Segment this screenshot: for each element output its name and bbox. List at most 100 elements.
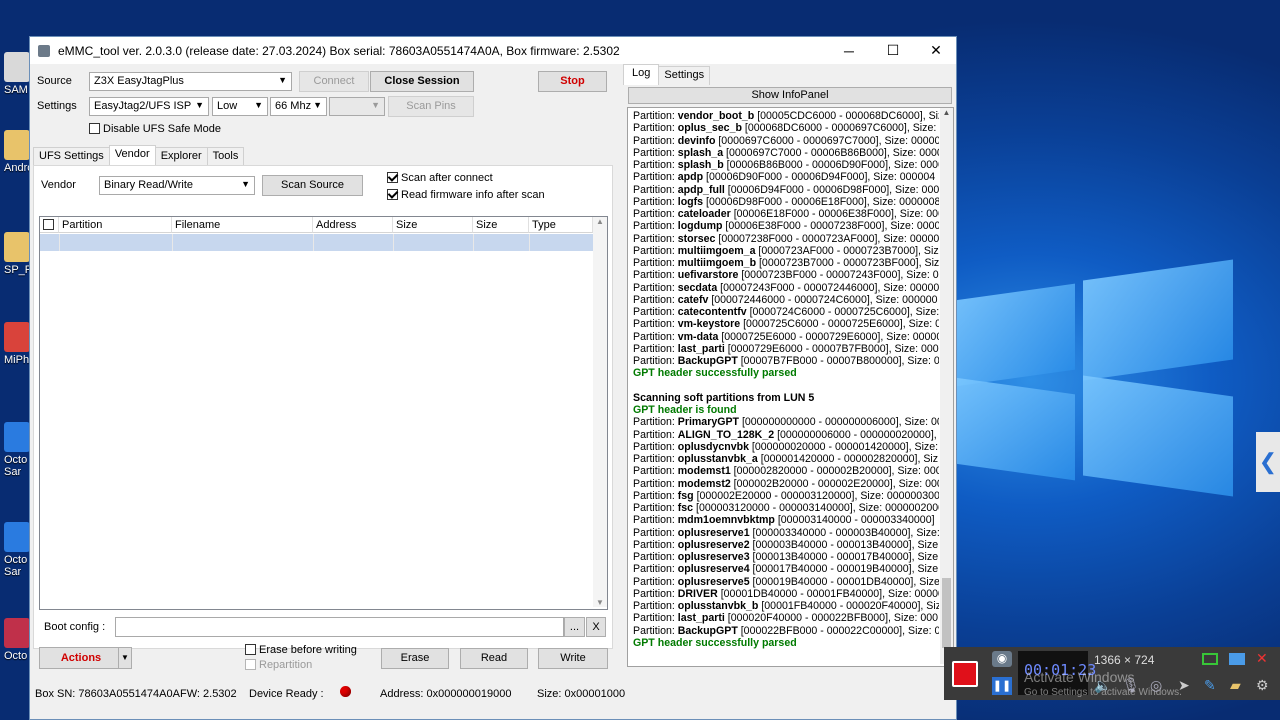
log-line: Partition: modemst1 [000002820000 - 0000…	[633, 465, 939, 478]
col-partition[interactable]: Partition	[59, 217, 172, 233]
log-line: Partition: logdump [00006E38F000 - 00007…	[633, 220, 939, 233]
webcam-icon[interactable]: ◎	[1150, 677, 1162, 694]
tab-vendor[interactable]: Vendor	[108, 145, 156, 166]
tab-ufs-settings[interactable]: UFS Settings	[33, 147, 110, 166]
clear-button[interactable]: X	[586, 617, 606, 637]
app-shortcut-icon	[4, 618, 30, 648]
col-size[interactable]: Size	[393, 217, 473, 233]
camera-icon[interactable]: ◉	[992, 651, 1012, 667]
col-address[interactable]: Address	[313, 217, 393, 233]
repartition-checkbox[interactable]: Repartition	[245, 659, 312, 671]
level-select[interactable]: Low ▼	[212, 97, 268, 116]
source-select[interactable]: Z3X EasyJtagPlus ▼	[89, 72, 292, 91]
table-scrollbar[interactable]: ▲ ▼	[593, 217, 607, 607]
boot-config-input[interactable]	[115, 617, 564, 637]
log-line: Partition: uefivarstore [0000723BF000 - …	[633, 269, 939, 282]
size-readout: Size: 0x00001000	[537, 688, 626, 700]
scan-pins-button[interactable]: Scan Pins	[388, 96, 474, 117]
speaker-icon[interactable]: 🔈	[1094, 677, 1111, 694]
checkbox-icon	[245, 659, 256, 670]
tab-tools[interactable]: Tools	[206, 147, 245, 166]
scroll-thumb[interactable]	[942, 578, 951, 648]
stop-button[interactable]: Stop	[538, 71, 607, 92]
right-tabs: Log Settings	[623, 64, 711, 87]
speed-select[interactable]: 66 Mhz ▼	[270, 97, 327, 116]
read-fw-info-checkbox[interactable]: Read firmware info after scan	[387, 189, 545, 201]
maximize-button[interactable]: ☐	[871, 37, 915, 64]
log-line: Partition: cateloader [00006E18F000 - 00…	[633, 208, 939, 220]
browse-button[interactable]: ...	[564, 617, 585, 637]
checkbox-checked-icon	[387, 172, 398, 183]
log-line: Partition: vm-keystore [0000725C6000 - 0…	[633, 318, 939, 331]
folder-icon[interactable]: ▰	[1230, 677, 1241, 694]
actions-dropdown-icon[interactable]: ▼	[118, 647, 132, 669]
tab-log[interactable]: Log	[623, 64, 660, 85]
connect-button[interactable]: Connect	[299, 71, 369, 92]
log-line: Partition: vm-data [0000725E6000 - 00007…	[633, 330, 939, 343]
stop-record-button[interactable]	[952, 661, 978, 687]
erase-button[interactable]: Erase	[381, 648, 449, 669]
disable-ufs-safe-checkbox[interactable]: Disable UFS Safe Mode	[89, 123, 221, 135]
app-shortcut-icon	[4, 130, 30, 160]
checkbox-checked-icon	[387, 189, 398, 200]
log-line: GPT header successfully parsed	[633, 367, 797, 380]
checkbox-icon	[245, 644, 256, 655]
log-line: Partition: fsc [000003120000 - 000003140…	[633, 502, 939, 514]
settings-label: Settings	[37, 100, 77, 112]
side-panel-arrow-icon[interactable]: ❮	[1256, 432, 1280, 492]
chevron-down-icon: ▼	[241, 179, 250, 189]
table-row[interactable]	[40, 234, 593, 251]
scroll-up-icon[interactable]: ▲	[593, 217, 607, 226]
region-icon[interactable]	[1202, 653, 1218, 665]
col-size-2[interactable]: Size	[473, 217, 529, 233]
record-stop-icon	[954, 663, 976, 685]
interface-select[interactable]: EasyJtag2/UFS ISP ▼	[89, 97, 209, 116]
device-status-led	[340, 686, 351, 697]
app-shortcut-icon	[4, 52, 30, 82]
scan-after-connect-checkbox[interactable]: Scan after connect	[387, 172, 493, 184]
read-button[interactable]: Read	[460, 648, 528, 669]
vendor-select[interactable]: Binary Read/Write ▼	[99, 176, 255, 195]
microphone-icon[interactable]: 🎙	[1122, 677, 1140, 694]
col-filename[interactable]: Filename	[172, 217, 313, 233]
extra-select[interactable]: ▼	[329, 97, 385, 116]
minimize-recorder-icon[interactable]	[1229, 653, 1245, 665]
log-line: Scanning soft partitions from LUN 5	[633, 391, 815, 404]
erase-before-writing-label: Erase before writing	[259, 644, 357, 656]
cursor-icon[interactable]: ➤	[1178, 677, 1190, 694]
close-session-button[interactable]: Close Session	[370, 71, 474, 92]
tab-settings-right[interactable]: Settings	[658, 66, 711, 85]
vendor-label: Vendor	[41, 179, 76, 191]
log-line: Partition: multiimgoem_b [0000723B7000 -…	[633, 257, 939, 269]
partition-table[interactable]: Partition Filename Address Size Size Typ…	[39, 216, 608, 610]
log-line: GPT header successfully parsed	[633, 636, 797, 649]
actions-button[interactable]: Actions	[39, 647, 123, 669]
log-scrollbar[interactable]: ▲ ▼	[940, 108, 953, 664]
tab-explorer[interactable]: Explorer	[154, 147, 208, 166]
resolution-readout: 1366 × 724	[1094, 653, 1155, 667]
pause-icon[interactable]: ❚❚	[992, 677, 1012, 695]
show-infopanel-button[interactable]: Show InfoPanel	[628, 87, 952, 104]
screen-recorder-toolbar: ◉ ❚❚ 00:01:23 1366 × 724 Activate Window…	[944, 647, 1280, 700]
log-line: Partition: vendor_boot_b [00005CDC6000 -…	[633, 110, 939, 122]
scan-source-button[interactable]: Scan Source	[262, 175, 363, 196]
settings-gear-icon[interactable]: ⚙	[1256, 677, 1269, 694]
scroll-down-icon[interactable]: ▼	[593, 598, 607, 607]
log-line: Partition: storsec [00007238F000 - 00007…	[633, 232, 939, 245]
device-ready-label: Device Ready :	[249, 688, 324, 700]
log-line: Partition: secdata [00007243F000 - 00007…	[633, 281, 939, 294]
col-type[interactable]: Type	[529, 217, 593, 233]
pen-icon[interactable]: ✎	[1204, 677, 1216, 694]
write-button[interactable]: Write	[538, 648, 608, 669]
title-bar[interactable]: eMMC_tool ver. 2.0.3.0 (release date: 27…	[30, 37, 956, 64]
log-line: Partition: mdm1oemnvbktmp [000003140000 …	[633, 514, 935, 527]
log-panel[interactable]: Partition: vendor_boot_b [00005CDC6000 -…	[627, 107, 954, 667]
select-all-header[interactable]	[40, 217, 59, 233]
close-button[interactable]: ✕	[914, 37, 958, 64]
erase-before-writing-checkbox[interactable]: Erase before writing	[245, 644, 357, 656]
scroll-up-icon[interactable]: ▲	[940, 108, 953, 117]
close-recorder-icon[interactable]: ✕	[1256, 650, 1268, 667]
log-line: Partition: fsg [000002E20000 - 000003120…	[633, 489, 939, 502]
minimize-button[interactable]: ─	[827, 37, 871, 64]
log-lines: Partition: vendor_boot_b [00005CDC6000 -…	[633, 110, 939, 649]
